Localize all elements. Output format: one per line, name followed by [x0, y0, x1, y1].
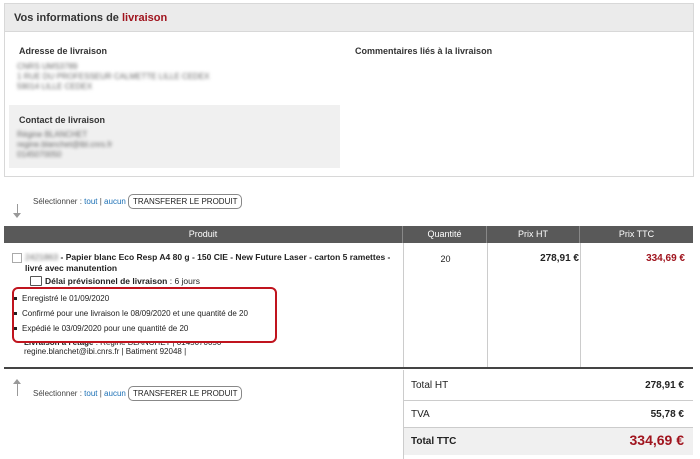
delay-label: Délai prévisionnel de livraison — [45, 276, 168, 286]
address-line: 1 RUE DU PROFESSEUR CALMETTE LILLE CEDEX — [17, 72, 210, 81]
tva-label: TVA — [411, 409, 430, 420]
product-ref: 2421863 — [25, 252, 59, 262]
product-checkbox[interactable] — [12, 253, 22, 263]
header-quantity: Quantité — [403, 226, 487, 243]
status-step: Enregistré le 01/09/2020 — [13, 294, 110, 303]
total-ht-value: 278,91 € — [645, 380, 684, 391]
address-line: 59014 LILLE CEDEX — [17, 82, 93, 91]
transfer-product-button[interactable]: TRANSFERER LE PRODUIT — [128, 386, 243, 401]
contact-label: Contact de livraison — [19, 115, 106, 125]
panel-title-prefix: Vos informations de — [14, 12, 119, 24]
select-separator: | — [99, 197, 102, 206]
contact-text: Régine BLANCHET regine.blanchet@ibl.cnrs… — [17, 130, 112, 160]
address-label: Adresse de livraison — [19, 46, 108, 56]
transfer-product-button[interactable]: TRANSFERER LE PRODUIT — [128, 194, 243, 209]
total-ttc-label: Total TTC — [411, 436, 457, 447]
select-prefix: Sélectionner : — [33, 197, 82, 206]
select-separator: | — [99, 389, 102, 398]
delivery-delay: Délai prévisionnel de livraison : 6 jour… — [45, 276, 200, 286]
delay-value: : 6 jours — [169, 276, 200, 286]
address-text: CNRS UMS3789 1 RUE DU PROFESSEUR CALMETT… — [17, 62, 210, 92]
item-quantity: 20 — [440, 254, 451, 264]
product-name: Papier blanc Eco Resp A4 80 g - 150 CIE … — [25, 252, 391, 273]
floor-line2: regine.blanchet@ibi.cnrs.fr | Batiment 9… — [24, 347, 187, 356]
select-row-bottom: Sélectionner : tout | aucun — [33, 389, 126, 398]
status-step: Expédié le 03/09/2020 pour une quantité … — [13, 324, 189, 333]
truck-icon — [30, 276, 42, 286]
header-price-ttc: Prix TTC — [618, 229, 655, 239]
contact-line: Régine BLANCHET — [17, 130, 88, 139]
product-title: 2421863 - Papier blanc Eco Resp A4 80 g … — [25, 252, 405, 274]
contact-line: 0145070050 — [17, 150, 62, 159]
tree-arrow-icon — [17, 382, 25, 396]
table-header: Produit Quantité Prix HT Prix TTC — [4, 226, 693, 243]
item-price-ht: 278,91 € — [540, 253, 579, 264]
item-price-ttc: 334,69 € — [646, 253, 685, 264]
panel-title-accent: livraison — [121, 12, 168, 24]
header-product: Produit — [4, 226, 403, 243]
product-separator: - — [60, 252, 64, 262]
arrow-up-icon — [13, 379, 21, 384]
contact-line: regine.blanchet@ibl.cnrs.fr — [17, 140, 113, 149]
address-line: CNRS UMS3789 — [17, 62, 78, 71]
header-price-ht: Prix HT — [487, 226, 580, 243]
comments-label: Commentaires liés à la livraison — [355, 46, 493, 56]
select-none-link[interactable]: aucun — [104, 197, 126, 206]
totals-divider — [403, 370, 404, 459]
select-row-top: Sélectionner : tout | aucun — [33, 197, 126, 206]
total-ht-row: Total HT 278,91 € — [403, 370, 693, 401]
select-all-link[interactable]: tout — [84, 197, 97, 206]
select-all-link[interactable]: tout — [84, 389, 97, 398]
panel-title: Vos informations de livraison — [14, 12, 167, 24]
status-step: Confirmé pour une livraison le 08/09/202… — [14, 309, 248, 318]
select-prefix: Sélectionner : — [33, 389, 82, 398]
total-ttc-value: 334,69 € — [629, 432, 685, 448]
tva-value: 55,78 € — [650, 409, 684, 420]
select-none-link[interactable]: aucun — [104, 389, 126, 398]
arrow-down-icon — [13, 213, 21, 218]
tva-row: TVA 55,78 € — [403, 401, 693, 428]
total-ttc-row: Total TTC 334,69 € — [403, 428, 693, 455]
total-ht-label: Total HT — [411, 380, 449, 391]
